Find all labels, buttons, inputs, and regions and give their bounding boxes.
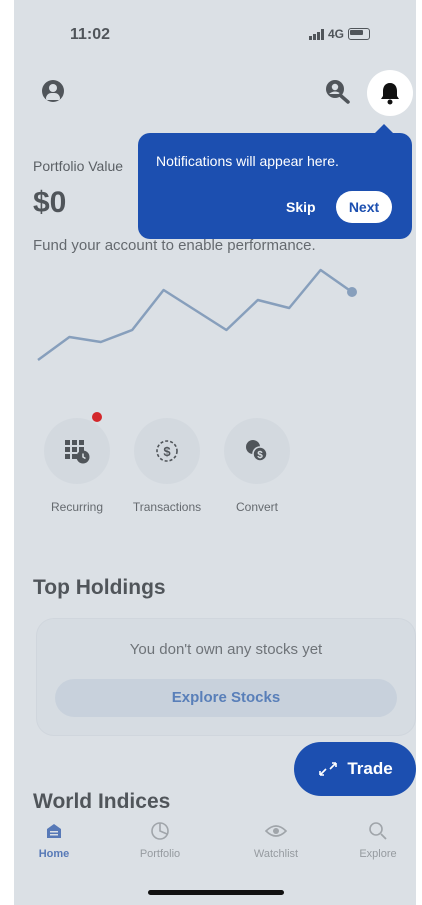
world-indices-title: World Indices	[33, 790, 171, 813]
tab-portfolio[interactable]: Portfolio	[120, 820, 200, 860]
top-bar	[14, 70, 416, 116]
trade-arrows-icon	[319, 762, 338, 776]
fund-account-message: Fund your account to enable performance.	[33, 237, 316, 254]
eye-icon	[265, 825, 287, 837]
recurring-action[interactable]: Recurring	[32, 412, 122, 514]
status-indicators: 4G	[308, 27, 370, 41]
home-icon	[47, 824, 61, 838]
next-button[interactable]: Next	[336, 191, 392, 223]
tab-label: Portfolio	[139, 848, 181, 860]
tab-label: Explore	[359, 848, 397, 860]
convert-action[interactable]: $ Convert	[212, 418, 302, 514]
notifications-button[interactable]	[367, 70, 413, 116]
top-holdings-title: Top Holdings	[33, 576, 166, 599]
home-indicator	[148, 890, 284, 895]
app-screen: 11:02 4G Portfolio Value $0 Fund your ac…	[14, 0, 416, 905]
notification-dot	[92, 412, 102, 422]
transactions-action[interactable]: $ Transactions	[122, 418, 212, 514]
svg-text:$: $	[163, 444, 171, 459]
tab-home[interactable]: Home	[14, 820, 94, 860]
performance-chart	[37, 268, 357, 362]
convert-circle: $	[224, 418, 290, 484]
status-time: 11:02	[70, 26, 111, 43]
network-label: 4G	[327, 27, 344, 41]
svg-text:$: $	[257, 450, 263, 461]
chat-search-icon[interactable]	[324, 78, 352, 104]
bottom-tab-bar: Home Portfolio Watchlist Explore	[14, 820, 416, 880]
action-label: Recurring	[50, 500, 104, 514]
bell-icon	[381, 83, 399, 105]
trade-label: Trade	[347, 759, 393, 778]
performance-end-point	[347, 287, 357, 297]
top-holdings-card: You don't own any stocks yet Explore Sto…	[36, 618, 416, 736]
tab-explore[interactable]: Explore	[338, 820, 416, 860]
notifications-tooltip: Notifications will appear here. Skip Nex…	[138, 124, 412, 239]
skip-button[interactable]: Skip	[286, 199, 316, 215]
tooltip-message: Notifications will appear here.	[156, 153, 339, 169]
trade-button[interactable]: Trade	[294, 742, 416, 796]
holdings-empty-message: You don't own any stocks yet	[129, 641, 323, 658]
search-icon	[369, 822, 387, 840]
action-label: Transactions	[132, 500, 202, 514]
status-bar: 11:02 4G	[14, 22, 416, 50]
explore-stocks-button[interactable]: Explore Stocks	[55, 679, 397, 717]
battery-icon	[348, 28, 370, 40]
action-label: Convert	[235, 500, 279, 514]
portfolio-value-label: Portfolio Value	[33, 158, 124, 174]
portfolio-value-amount: $0	[33, 186, 67, 219]
quick-actions: Recurring $ Transactions $ Convert	[32, 412, 416, 518]
tab-label: Watchlist	[253, 848, 299, 860]
performance-line	[37, 268, 353, 362]
phone-screen: 11:02 4G Portfolio Value $0 Fund your ac…	[14, 0, 416, 905]
dollar-cycle-icon: $	[156, 440, 178, 462]
signal-icon	[308, 28, 324, 40]
recurring-circle	[44, 412, 110, 484]
convert-currency-icon: $	[246, 440, 268, 462]
tab-label: Home	[38, 848, 70, 860]
transactions-circle: $	[134, 418, 200, 484]
calendar-clock-icon	[65, 440, 90, 464]
profile-icon[interactable]	[42, 80, 64, 102]
portfolio-icon	[151, 822, 169, 840]
tab-watchlist[interactable]: Watchlist	[236, 820, 316, 860]
